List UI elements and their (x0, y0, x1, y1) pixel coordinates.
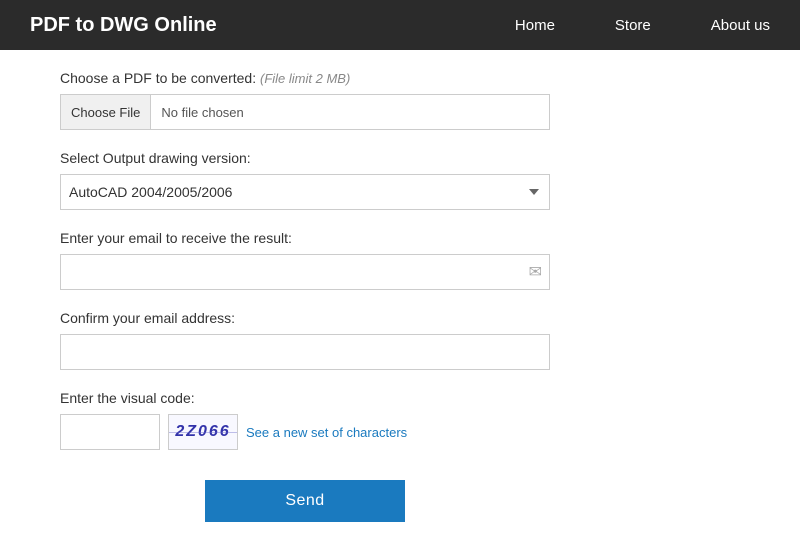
nav-bar: Home Store About us (515, 17, 770, 34)
send-button-wrapper: Send (60, 480, 550, 522)
email-group: Enter your email to receive the result: … (60, 230, 740, 290)
output-label: Select Output drawing version: (60, 150, 740, 166)
visual-code-input[interactable] (60, 414, 160, 450)
visual-code-row: 2Z066 See a new set of characters (60, 414, 740, 450)
visual-code-label: Enter the visual code: (60, 390, 740, 406)
email-icon: ✉ (529, 262, 542, 282)
visual-code-group: Enter the visual code: 2Z066 See a new s… (60, 390, 740, 450)
see-new-chars-link[interactable]: See a new set of characters (246, 425, 407, 440)
captcha-image: 2Z066 (168, 414, 238, 450)
nav-store[interactable]: Store (615, 17, 651, 34)
email-label: Enter your email to receive the result: (60, 230, 740, 246)
main-content: Choose a PDF to be converted: (File limi… (0, 50, 800, 542)
choose-file-button[interactable]: Choose File (61, 95, 151, 129)
file-upload-group: Choose a PDF to be converted: (File limi… (60, 70, 740, 130)
header: PDF to DWG Online Home Store About us (0, 0, 800, 50)
confirm-email-input[interactable] (60, 334, 550, 370)
nav-home[interactable]: Home (515, 17, 555, 34)
output-version-select[interactable]: AutoCAD 2004/2005/2006 AutoCAD 2007/2008… (60, 174, 550, 210)
no-file-text: No file chosen (151, 105, 243, 120)
file-label: Choose a PDF to be converted: (File limi… (60, 70, 740, 86)
nav-about[interactable]: About us (711, 17, 770, 34)
confirm-email-group: Confirm your email address: (60, 310, 740, 370)
email-input-wrapper: ✉ (60, 254, 550, 290)
email-input[interactable] (60, 254, 550, 290)
output-version-group: Select Output drawing version: AutoCAD 2… (60, 150, 740, 210)
app-title: PDF to DWG Online (30, 14, 217, 37)
confirm-email-label: Confirm your email address: (60, 310, 740, 326)
file-input-wrapper: Choose File No file chosen (60, 94, 550, 130)
file-limit-text: (File limit 2 MB) (260, 71, 350, 86)
send-button[interactable]: Send (205, 480, 405, 522)
